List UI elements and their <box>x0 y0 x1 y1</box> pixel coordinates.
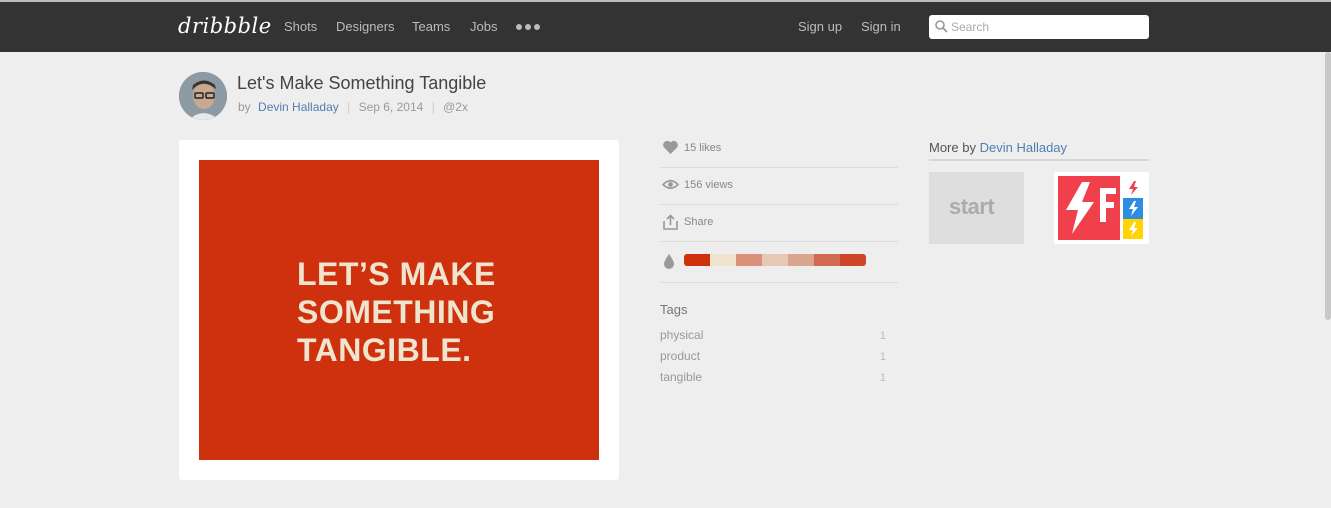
shot-image-text: LET’S MAKE SOMETHING TANGIBLE. <box>297 255 496 369</box>
dribbble-logo[interactable]: dribbble <box>178 14 272 38</box>
page-title: Let's Make Something Tangible <box>237 73 487 93</box>
shot-date: Sep 6, 2014 <box>358 100 424 114</box>
palette-swatch[interactable] <box>710 254 736 266</box>
search-box[interactable] <box>929 15 1149 39</box>
palette-swatch[interactable] <box>840 254 866 266</box>
shot-line: TANGIBLE. <box>297 332 472 368</box>
sign-up-link[interactable]: Sign up <box>798 19 842 34</box>
more-by-heading: More by Devin Halladay <box>929 140 1067 155</box>
scrollbar[interactable] <box>1325 52 1331 320</box>
tag-count: 1 <box>879 372 886 384</box>
author-link[interactable]: Devin Halladay <box>258 100 339 114</box>
thumbnail-text: start <box>949 194 995 219</box>
more-by: by <box>962 140 976 155</box>
share-icon <box>663 214 678 230</box>
more-author-link[interactable]: Devin Halladay <box>980 140 1067 155</box>
tag-item[interactable]: product 1 <box>660 349 886 363</box>
tag-item[interactable]: physical 1 <box>660 328 886 342</box>
views-count: 156 views <box>684 179 733 191</box>
tag-item[interactable]: tangible 1 <box>660 370 886 384</box>
nav-designers[interactable]: Designers <box>336 19 395 34</box>
color-palette-stat <box>660 241 898 283</box>
tag-name[interactable]: product <box>660 349 700 363</box>
shot-image[interactable]: LET’S MAKE SOMETHING TANGIBLE. <box>199 160 599 460</box>
palette-swatch[interactable] <box>762 254 788 266</box>
droplet-icon <box>664 254 674 269</box>
shot-byline: by Devin Halladay | Sep 6, 2014 | @2x <box>238 100 468 114</box>
palette-swatch[interactable] <box>684 254 710 266</box>
search-icon <box>935 20 948 33</box>
tag-name[interactable]: physical <box>660 328 703 342</box>
tag-name[interactable]: tangible <box>660 370 702 384</box>
palette-swatch[interactable] <box>814 254 840 266</box>
avatar[interactable] <box>179 72 227 120</box>
search-input[interactable] <box>951 18 1141 36</box>
sign-in-link[interactable]: Sign in <box>861 19 901 34</box>
separator: | <box>431 100 435 114</box>
more-shot-thumbnail[interactable] <box>1054 172 1149 244</box>
nav-jobs[interactable]: Jobs <box>470 19 497 34</box>
color-palette <box>684 254 866 266</box>
resolution-badge[interactable]: @2x <box>443 100 468 114</box>
author-photo <box>179 72 227 120</box>
nav-shots[interactable]: Shots <box>284 19 317 34</box>
eye-icon <box>662 179 679 190</box>
more-dots-icon[interactable] <box>516 24 540 30</box>
divider <box>929 159 1149 161</box>
share-stat[interactable]: Share <box>660 204 898 242</box>
tag-count: 1 <box>879 330 886 342</box>
top-navbar: dribbble Shots Designers Teams Jobs Sign… <box>0 2 1331 52</box>
separator: | <box>347 100 351 114</box>
more-label: More <box>929 140 959 155</box>
tag-count: 1 <box>879 351 886 363</box>
likes-stat[interactable]: 15 likes <box>660 130 898 168</box>
palette-swatch[interactable] <box>736 254 762 266</box>
heart-icon <box>663 140 678 154</box>
shot-card: LET’S MAKE SOMETHING TANGIBLE. <box>179 140 619 480</box>
share-label: Share <box>684 216 714 228</box>
lightning-logo-thumbnail <box>1058 176 1143 240</box>
by-label: by <box>238 100 251 114</box>
nav-teams[interactable]: Teams <box>412 19 450 34</box>
shot-line: LET’S MAKE <box>297 256 496 292</box>
views-stat: 156 views <box>660 167 898 205</box>
shot-line: SOMETHING <box>297 294 496 330</box>
more-shot-thumbnail[interactable]: start <box>929 172 1024 244</box>
likes-count: 15 likes <box>684 142 722 154</box>
palette-swatch[interactable] <box>788 254 814 266</box>
tags-heading: Tags <box>660 302 688 317</box>
